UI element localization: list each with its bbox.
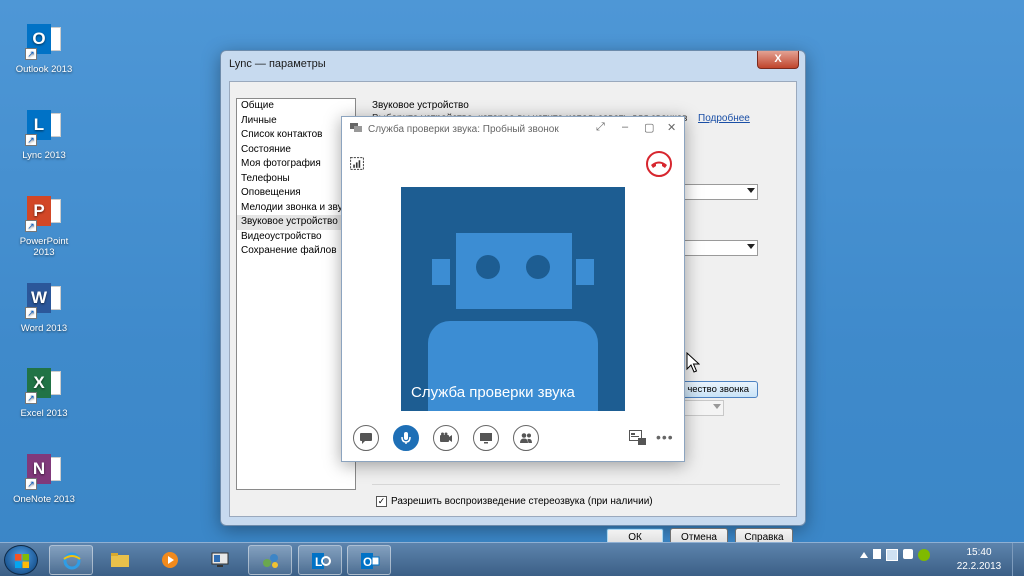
nav-item-general[interactable]: Общие: [237, 99, 355, 114]
mouse-cursor-icon: [686, 352, 700, 373]
flag-icon[interactable]: [873, 549, 881, 559]
nav-item-contacts[interactable]: Список контактов: [237, 128, 355, 143]
robot-left-ear: [432, 259, 450, 285]
taskbar-remote-desktop[interactable]: [198, 545, 242, 575]
desktop-icon-label: Lync 2013: [22, 150, 66, 161]
desktop-icon-label: Word 2013: [20, 323, 68, 334]
media-player-icon: [162, 552, 178, 568]
nav-item-personal[interactable]: Личные: [237, 114, 355, 129]
taskbar-internet-explorer[interactable]: [49, 545, 93, 575]
call-window-title: Служба проверки звука: Пробный звонок: [368, 124, 559, 135]
word-icon: W ↗: [25, 281, 63, 319]
test-call-window: Служба проверки звука: Пробный звонок ⤢ …: [341, 116, 685, 462]
desktop-icon-label: PowerPoint 2013: [19, 236, 69, 258]
volume-icon[interactable]: [903, 549, 913, 559]
video-button[interactable]: [433, 425, 459, 451]
desktop-icon-excel[interactable]: X ↗ Excel 2013: [10, 366, 78, 419]
conversation-icon: [350, 123, 362, 132]
chevron-down-icon: [713, 404, 721, 409]
internet-explorer-icon: [63, 552, 81, 570]
monitor-icon: [480, 433, 492, 444]
hang-up-button[interactable]: [646, 151, 672, 177]
dialog-title: Lync — параметры: [229, 58, 326, 70]
nav-item-file-saving[interactable]: Сохранение файлов: [237, 244, 355, 259]
robot-head: [456, 233, 572, 309]
outlook-icon: O ↗: [25, 22, 63, 60]
call-quality-icon[interactable]: [350, 157, 364, 170]
video-caption: Служба проверки звука: [411, 384, 575, 401]
desktop-icon-onenote[interactable]: N ↗ OneNote 2013: [10, 452, 78, 505]
microphone-button[interactable]: [393, 425, 419, 451]
more-options-button[interactable]: •••: [656, 429, 674, 445]
stereo-checkbox-label: Разрешить воспроизведение стереозвука (п…: [391, 496, 653, 507]
robot-right-ear: [576, 259, 594, 285]
clock-date: 22.2.2013: [956, 561, 1002, 572]
window-buttons: X: [757, 51, 799, 69]
taskbar-media-player[interactable]: [148, 545, 192, 575]
monitor-icon: [211, 552, 229, 567]
desktop-icon-label: Outlook 2013: [15, 64, 73, 75]
nav-item-alerts[interactable]: Оповещения: [237, 186, 355, 201]
people-icon: [520, 433, 532, 443]
lync-icon: L ↗: [25, 108, 63, 146]
im-button[interactable]: [353, 425, 379, 451]
taskbar-lync[interactable]: L: [298, 545, 342, 575]
nav-item-phones[interactable]: Телефоны: [237, 172, 355, 187]
present-button[interactable]: [473, 425, 499, 451]
close-button[interactable]: ✕: [667, 121, 676, 134]
taskbar-explorer[interactable]: [98, 545, 142, 575]
nav-item-audio-device[interactable]: Звуковое устройство: [237, 215, 355, 230]
taskbar-network[interactable]: [248, 545, 292, 575]
windows-logo-icon: [15, 554, 29, 568]
svg-text:O: O: [363, 555, 372, 569]
close-button[interactable]: X: [757, 51, 799, 69]
desktop-icon-lync[interactable]: L ↗ Lync 2013: [10, 108, 78, 161]
chat-icon: [360, 433, 372, 444]
nav-item-ringtones[interactable]: Мелодии звонка и звук: [237, 201, 355, 216]
desktop-icon-outlook[interactable]: O ↗ Outlook 2013: [10, 22, 78, 75]
network-icon[interactable]: [886, 549, 898, 561]
section-title: Звуковое устройство: [372, 100, 469, 111]
maximize-button[interactable]: ▢: [644, 121, 654, 134]
nav-item-video-device[interactable]: Видеоустройство: [237, 230, 355, 245]
pop-out-button[interactable]: ⤢: [596, 121, 605, 134]
participants-button[interactable]: [513, 425, 539, 451]
clock-time: 15:40: [966, 547, 992, 558]
outlook-icon: O: [361, 553, 380, 569]
lync-icon: L: [312, 553, 331, 569]
desktop-icon-label: OneNote 2013: [13, 494, 75, 505]
powerpoint-icon: P ↗: [25, 194, 63, 232]
desktop-icon-word[interactable]: W ↗ Word 2013: [10, 281, 78, 334]
nav-item-status[interactable]: Состояние: [237, 143, 355, 158]
onenote-icon: N ↗: [25, 452, 63, 490]
stereo-checkbox[interactable]: ✓: [376, 496, 387, 507]
minimize-button[interactable]: –: [622, 121, 628, 133]
desktop-icon-powerpoint[interactable]: P ↗ PowerPoint 2013: [10, 194, 78, 258]
stereo-option: ✓ Разрешить воспроизведение стереозвука …: [376, 496, 653, 507]
excel-icon: X ↗: [25, 366, 63, 404]
chevron-down-icon: [747, 188, 755, 193]
taskbar-outlook[interactable]: O: [347, 545, 391, 575]
chevron-down-icon: [747, 244, 755, 249]
hang-up-icon: [651, 161, 667, 168]
layout-icon[interactable]: [629, 430, 647, 446]
show-hidden-icons-icon[interactable]: [860, 552, 868, 558]
system-tray: [860, 549, 930, 561]
network-icon: [263, 554, 278, 568]
taskbar: L O 15:40 22.2.2013: [0, 542, 1024, 576]
lync-status-icon[interactable]: [918, 549, 930, 561]
clock[interactable]: 15:40 22.2.2013: [950, 546, 1008, 574]
options-nav-list: Общие Личные Список контактов Состояние …: [236, 98, 356, 490]
video-area: Служба проверки звука: [401, 187, 625, 411]
show-desktop-button[interactable]: [1012, 543, 1024, 576]
robot-eye: [476, 255, 500, 279]
nav-item-my-picture[interactable]: Моя фотография: [237, 157, 355, 172]
folder-icon: [111, 553, 129, 567]
desktop-icon-label: Excel 2013: [20, 408, 68, 419]
robot-eye: [526, 255, 550, 279]
video-camera-icon: [440, 432, 452, 442]
start-button[interactable]: [4, 545, 38, 575]
more-info-link[interactable]: Подробнее: [698, 113, 750, 124]
microphone-icon: [401, 432, 411, 444]
